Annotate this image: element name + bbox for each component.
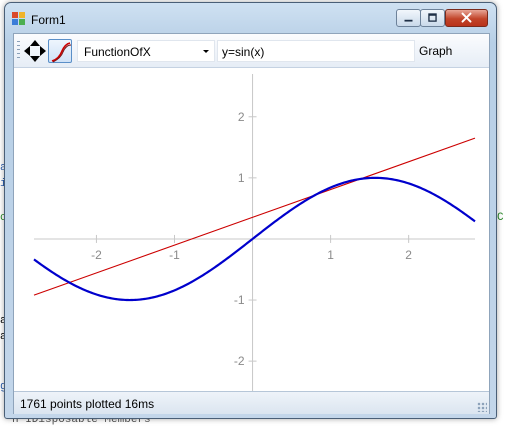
expression-input[interactable]: y=sin(x) [217, 40, 415, 62]
function-type-value: FunctionOfX [84, 45, 151, 59]
form-window: Form1 FunctionOfX y=sin(x) Graph -2 -1 1… [4, 2, 497, 419]
y-tick-label: -2 [234, 354, 245, 368]
function-chart: -2 -1 1 2 -2 -1 1 2 [33, 74, 476, 410]
status-text: 1761 points plotted 16ms [20, 397, 155, 411]
curve-icon [51, 42, 72, 63]
x-tick-label: 1 [327, 248, 334, 262]
y-tick-label: -1 [234, 293, 245, 307]
tangent-line [33, 137, 476, 296]
title-bar[interactable]: Form1 [5, 3, 496, 33]
pan-button[interactable] [23, 39, 47, 63]
y-tick-label: 2 [238, 110, 245, 124]
window-title: Form1 [31, 13, 66, 27]
graph-button[interactable]: Graph [419, 44, 452, 58]
pan-arrows-icon [24, 40, 46, 62]
app-icon[interactable] [12, 12, 26, 26]
x-tick-label: -1 [169, 248, 180, 262]
chevron-down-icon [203, 50, 209, 53]
bg-code-c: C [497, 212, 504, 224]
y-tick-label: 1 [238, 171, 245, 185]
resize-grip-icon[interactable] [477, 402, 487, 412]
toolbar-grip[interactable] [17, 41, 20, 61]
function-type-dropdown[interactable]: FunctionOfX [77, 40, 215, 62]
maximize-button[interactable] [420, 9, 445, 27]
curve-button[interactable] [48, 39, 72, 63]
x-tick-label: -2 [91, 248, 102, 262]
plot-area[interactable]: -2 -1 1 2 -2 -1 1 2 [33, 74, 476, 410]
status-bar: 1761 points plotted 16ms [14, 391, 489, 414]
toolbar: FunctionOfX y=sin(x) Graph [14, 34, 489, 68]
client-area: FunctionOfX y=sin(x) Graph -2 -1 1 2 -2 -1 1 2 … [13, 33, 490, 414]
minimize-button[interactable] [396, 9, 421, 27]
close-button[interactable] [445, 9, 488, 27]
x-tick-label: 2 [405, 248, 412, 262]
